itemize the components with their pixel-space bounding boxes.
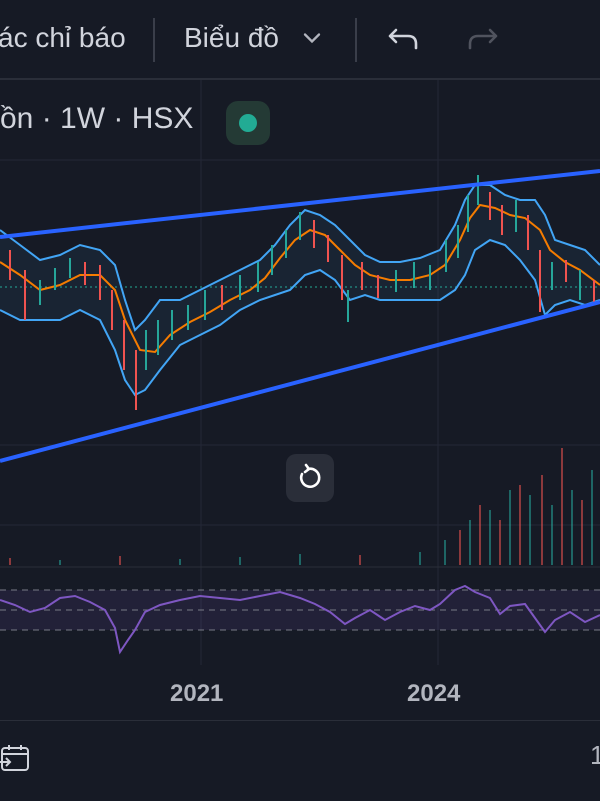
price-chart[interactable] <box>0 80 600 680</box>
lower-trendline <box>0 300 600 463</box>
symbol-legend[interactable]: ồn · 1W · HSX <box>0 102 193 136</box>
grid <box>0 80 600 665</box>
reset-chart-button[interactable] <box>286 454 334 502</box>
top-toolbar: ác chỉ báo Biểu đồ <box>0 0 600 78</box>
chart-type-button[interactable]: Biểu đồ <box>184 22 279 54</box>
reset-icon <box>299 463 321 488</box>
calendar-goto-icon[interactable] <box>0 742 32 774</box>
undo-icon[interactable] <box>386 20 422 56</box>
toolbar-separator <box>355 18 357 62</box>
bottom-toolbar <box>0 720 600 801</box>
time-axis-label: 2024 <box>407 680 461 707</box>
redo-icon[interactable] <box>464 20 500 56</box>
edge-digit: 1 <box>590 740 600 770</box>
market-status[interactable] <box>226 101 270 145</box>
time-axis-label: 2021 <box>170 680 224 707</box>
status-dot-icon <box>239 114 257 132</box>
chevron-down-icon[interactable] <box>298 24 326 52</box>
toolbar-separator <box>153 18 155 62</box>
indicators-button[interactable]: ác chỉ báo <box>0 22 126 54</box>
